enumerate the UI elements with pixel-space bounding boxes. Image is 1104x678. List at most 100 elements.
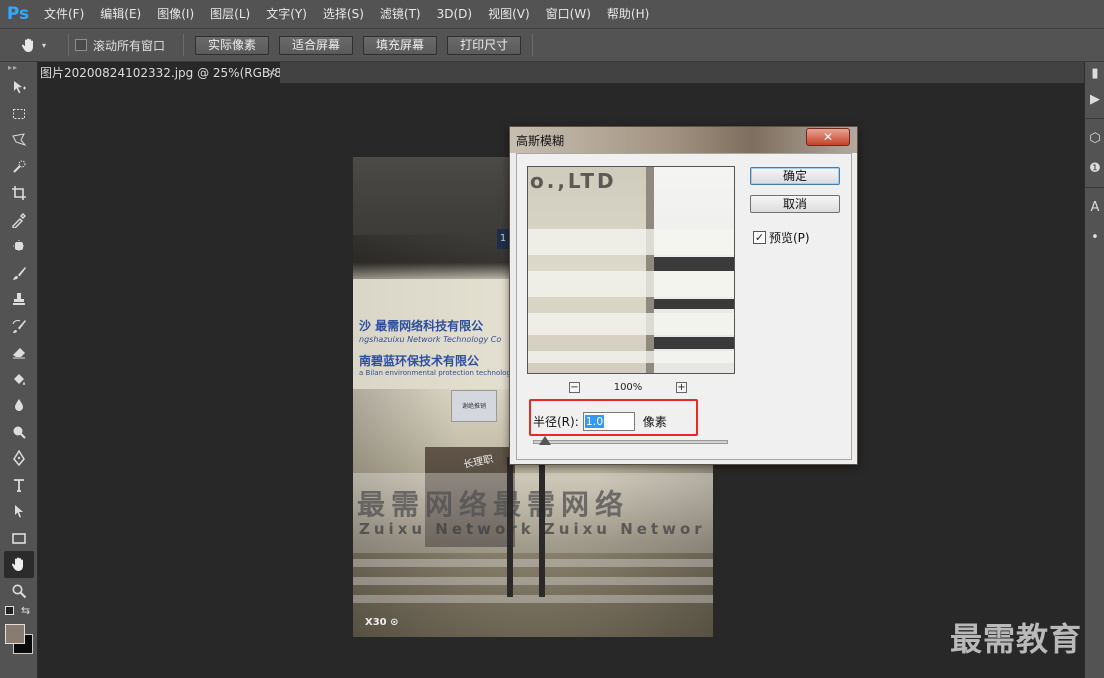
cancel-button[interactable]: 取消 <box>750 195 840 213</box>
radius-value: 1.0 <box>584 414 605 428</box>
photo-stripe <box>353 559 713 567</box>
type-icon <box>11 477 27 493</box>
watermark-text: 最需教育 <box>950 620 1083 658</box>
stamp-tool[interactable] <box>0 286 38 313</box>
type-tool[interactable] <box>0 472 38 499</box>
close-tab-icon[interactable]: × <box>266 62 278 84</box>
radius-slider-thumb[interactable] <box>539 436 551 445</box>
menu-window[interactable]: 窗口(W) <box>538 0 599 28</box>
eraser-tool[interactable] <box>0 339 38 366</box>
foreground-color-swatch[interactable] <box>5 624 25 644</box>
filter-preview[interactable]: o.,LTD <box>527 166 735 374</box>
swap-colors-icon[interactable]: ⇆ <box>21 604 30 617</box>
paragraph-icon[interactable]: • <box>1085 222 1104 252</box>
preview-checkbox[interactable]: ✓ 预览(P) <box>753 229 810 246</box>
marquee-tool[interactable] <box>0 101 38 128</box>
photo-glass-cn: 最需网络最需网络 <box>357 488 630 521</box>
photoshop-window: Ps 文件(F) 编辑(E) 图像(I) 图层(L) 文字(Y) 选择(S) 滤… <box>0 0 1104 678</box>
divider <box>1085 187 1104 188</box>
pen-icon <box>11 450 27 467</box>
menu-bar: Ps 文件(F) 编辑(E) 图像(I) 图层(L) 文字(Y) 选择(S) 滤… <box>0 0 1104 28</box>
preview-label: 预览(P) <box>769 231 810 245</box>
menu-layer[interactable]: 图层(L) <box>202 0 258 28</box>
quick-select-tool[interactable] <box>0 154 38 181</box>
history-brush-tool[interactable] <box>0 313 38 340</box>
menu-help[interactable]: 帮助(H) <box>599 0 657 28</box>
dialog-body: o.,LTD − 100% + 半径(R): 1.0 像素 确定 取消 ✓ 预览… <box>516 153 852 460</box>
zoom-tool[interactable] <box>0 578 38 605</box>
actual-pixels-button[interactable]: 实际像素 <box>195 35 270 55</box>
menu-select[interactable]: 选择(S) <box>315 0 372 28</box>
document-tab[interactable]: 图片20200824102332.jpg @ 25%(RGB/8#) <box>38 62 280 84</box>
lasso-icon <box>11 132 27 148</box>
preview-dark-band <box>654 337 734 349</box>
eyedropper-tool[interactable] <box>0 207 38 234</box>
preview-dark-band <box>654 257 734 271</box>
zoom-in-button[interactable]: + <box>676 381 687 393</box>
lasso-tool[interactable] <box>0 127 38 154</box>
chevron-down-icon: ▾ <box>42 40 47 50</box>
scroll-all-windows-label: 滚动所有窗口 <box>93 38 166 53</box>
blur-tool[interactable] <box>0 392 38 419</box>
photo-sign-en-1: ngshazuixu Network Technology Co <box>359 335 502 344</box>
fit-screen-button[interactable]: 适合屏幕 <box>279 35 354 55</box>
divider <box>532 34 534 56</box>
scroll-all-windows-checkbox[interactable]: 滚动所有窗口 <box>75 37 165 54</box>
photo-pillar-number: 1 <box>497 229 509 249</box>
photo-camera-tag: X30 ⊙ <box>365 617 399 628</box>
print-size-button[interactable]: 打印尺寸 <box>447 35 522 55</box>
dodge-tool[interactable] <box>0 419 38 446</box>
menu-view[interactable]: 视图(V) <box>480 0 538 28</box>
checkbox-box[interactable] <box>75 39 87 51</box>
play-icon[interactable]: ▶ <box>1085 84 1104 114</box>
hand-icon <box>20 36 38 54</box>
fill-screen-button[interactable]: 填充屏幕 <box>363 35 438 55</box>
divider <box>68 34 69 56</box>
dialog-title: 高斯模糊 <box>516 134 565 148</box>
radius-input[interactable]: 1.0 <box>582 411 635 431</box>
right-panel-dock: ▮ ▶ ⬡ ❶ A • <box>1084 62 1104 678</box>
quick-select-icon <box>11 159 27 175</box>
document-tab-title: 图片20200824102332.jpg @ 25%(RGB/8#) <box>40 66 280 80</box>
zoom-icon <box>11 583 27 599</box>
menu-edit[interactable]: 编辑(E) <box>92 0 149 28</box>
crop-tool[interactable] <box>0 180 38 207</box>
check-icon[interactable]: ✓ <box>753 231 766 244</box>
options-bar: ▾ 滚动所有窗口 实际像素 适合屏幕 填充屏幕 打印尺寸 <box>0 28 1104 62</box>
menu-filter[interactable]: 滤镜(T) <box>372 0 429 28</box>
rectangle-icon <box>11 530 27 546</box>
history-brush-icon <box>11 318 27 334</box>
dodge-icon <box>11 424 27 440</box>
cube-icon[interactable]: ⬡ <box>1085 123 1104 153</box>
pen-tool[interactable] <box>0 445 38 472</box>
tool-preset-picker[interactable]: ▾ <box>0 36 62 54</box>
panel-icon-a[interactable]: ▮ <box>1085 62 1104 84</box>
blur-icon <box>11 397 27 413</box>
ok-button[interactable]: 确定 <box>750 167 840 185</box>
zoom-out-button[interactable]: − <box>569 381 580 393</box>
radius-slider[interactable] <box>533 440 728 444</box>
path-select-tool[interactable] <box>0 498 38 525</box>
panel-collapse-icon[interactable]: ▸▸ <box>0 62 37 74</box>
close-icon[interactable]: ✕ <box>806 128 850 146</box>
photo-sign-en-2: a Bilan environmental protection technol… <box>359 369 526 377</box>
default-colors-icon[interactable] <box>5 606 14 615</box>
radius-label: 半径(R): <box>533 414 579 429</box>
menu-3d[interactable]: 3D(D) <box>429 0 480 28</box>
dialog-titlebar[interactable]: 高斯模糊 ✕ <box>510 127 857 153</box>
path-select-icon <box>11 503 27 519</box>
menu-image[interactable]: 图像(I) <box>149 0 202 28</box>
move-tool[interactable] <box>0 74 38 101</box>
brush-tool[interactable] <box>0 260 38 287</box>
menu-file[interactable]: 文件(F) <box>36 0 92 28</box>
preview-dark-band <box>654 299 734 309</box>
hand-tool[interactable] <box>4 551 34 578</box>
character-icon[interactable]: A <box>1085 192 1104 222</box>
menu-type[interactable]: 文字(Y) <box>258 0 315 28</box>
zoom-level: 100% <box>613 381 643 393</box>
rectangle-tool[interactable] <box>0 525 38 552</box>
crop-icon <box>11 185 27 201</box>
healing-tool[interactable] <box>0 233 38 260</box>
paint-bucket-tool[interactable] <box>0 366 38 393</box>
info-icon[interactable]: ❶ <box>1085 153 1104 183</box>
